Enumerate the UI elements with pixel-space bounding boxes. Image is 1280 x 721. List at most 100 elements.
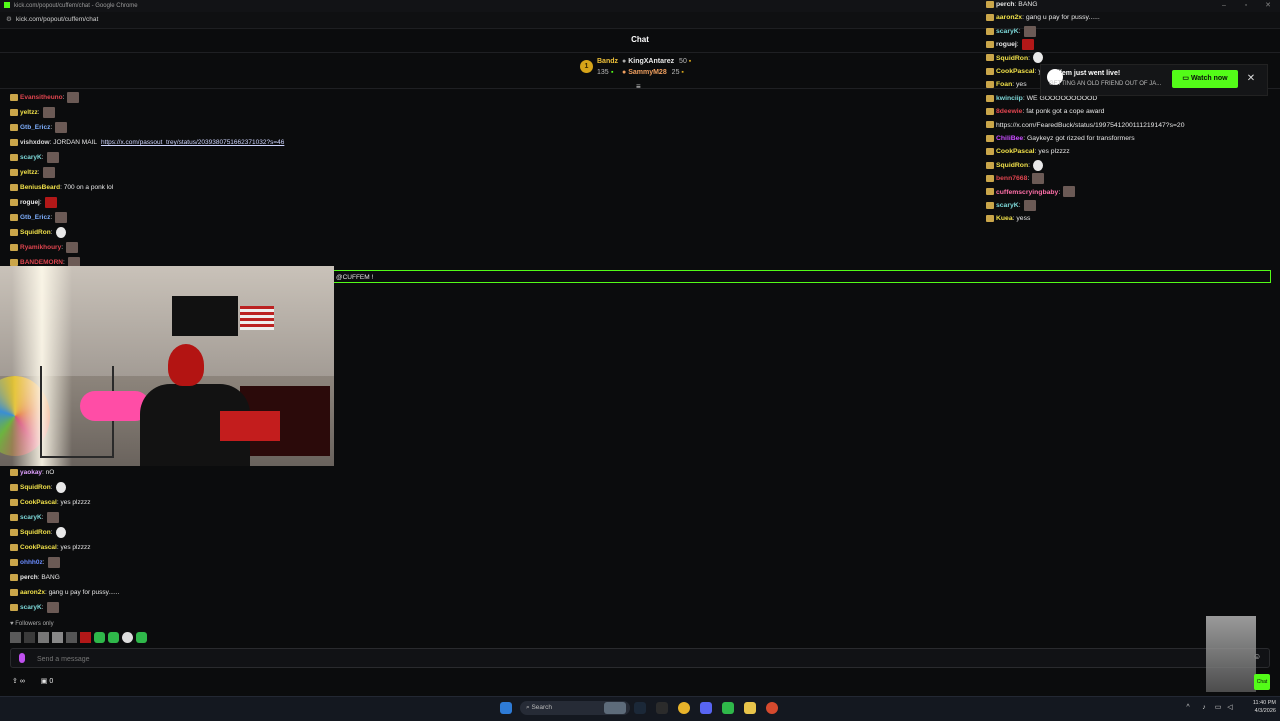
tray-overflow-icon[interactable]: ^: [1184, 704, 1192, 712]
microphone-icon[interactable]: [19, 653, 25, 663]
emote-button[interactable]: [66, 632, 77, 643]
emote-button[interactable]: [94, 632, 105, 643]
subscriber-badge-icon: [10, 468, 18, 476]
infinity-icon[interactable]: ∞: [20, 678, 25, 685]
chat-username[interactable]: yaokay: [20, 469, 42, 476]
chat-username[interactable]: Kuea: [996, 215, 1013, 222]
chat-message-text: :: [1018, 27, 1021, 35]
chat-username[interactable]: CookPascal: [20, 544, 57, 551]
emote-button[interactable]: [10, 632, 21, 643]
chat-username[interactable]: BeniusBeard: [20, 184, 60, 191]
subscriber-badge-icon: [10, 169, 18, 176]
emote-button[interactable]: [52, 632, 63, 643]
start-menu-icon[interactable]: [500, 702, 512, 714]
emote-button[interactable]: [136, 632, 147, 643]
chat-username[interactable]: CookPascal: [996, 148, 1035, 155]
maximize-icon[interactable]: ▫: [1236, 0, 1256, 12]
chat-username[interactable]: ChiliBee: [996, 135, 1023, 142]
app-icon[interactable]: [722, 702, 734, 714]
emote-button[interactable]: [108, 632, 119, 643]
chrome-icon[interactable]: [678, 702, 690, 714]
file-explorer-icon[interactable]: [744, 702, 756, 714]
close-window-icon[interactable]: ✕: [1258, 0, 1278, 12]
chat-username[interactable]: Gtb_Ericz: [20, 214, 50, 221]
watch-now-label: Watch now: [1190, 75, 1228, 82]
chat-username[interactable]: scaryK: [20, 604, 42, 611]
stream-video-preview[interactable]: [0, 266, 334, 466]
chat-username[interactable]: scaryK: [996, 28, 1019, 35]
site-settings-icon[interactable]: ⚙: [6, 12, 12, 28]
chat-message-text: JORDAN MAIL: [53, 139, 97, 146]
chat-username[interactable]: roguej: [20, 199, 40, 206]
chat-input-box[interactable]: ☺: [10, 648, 1270, 669]
chat-message-text: yess: [1016, 215, 1031, 223]
chat-username[interactable]: yeltzz: [20, 109, 38, 116]
leaderboard-top-name[interactable]: Bandz: [597, 58, 618, 65]
expand-leaderboard-icon[interactable]: ≡: [636, 82, 641, 91]
emote-button[interactable]: [38, 632, 49, 643]
chat-username[interactable]: SquidRon: [20, 484, 51, 491]
minimize-icon[interactable]: –: [1214, 0, 1234, 12]
chat-username[interactable]: Foan: [996, 81, 1012, 88]
chrome-active-icon[interactable]: [766, 702, 778, 714]
subscriber-badge-icon: [986, 201, 994, 209]
chat-username[interactable]: roguej: [996, 41, 1017, 48]
volume-icon[interactable]: ◁: [1226, 704, 1234, 712]
flag-decoration: [240, 306, 274, 330]
discord-icon[interactable]: [700, 702, 712, 714]
chat-username[interactable]: CookPascal: [20, 499, 57, 506]
subscriber-badge-icon: [986, 148, 994, 156]
chat-username[interactable]: cuffemscryingbaby: [996, 189, 1058, 196]
chat-username[interactable]: benn7668: [996, 175, 1027, 182]
chat-username[interactable]: Ryamikhoury: [20, 244, 61, 251]
chat-username[interactable]: scaryK: [20, 154, 42, 161]
share-icon[interactable]: ⇪: [12, 678, 18, 685]
widget-icon[interactable]: [604, 702, 626, 714]
chat-username[interactable]: perch: [996, 1, 1015, 8]
leaderboard-entry-2[interactable]: ● SammyM28 25 ▪: [622, 69, 684, 76]
leaderboard-entry-count: 50: [679, 58, 687, 65]
chat-username[interactable]: perch: [20, 574, 38, 581]
task-view-icon[interactable]: [656, 702, 668, 714]
leaderboard-entry-1[interactable]: ● KingXAntarez 50 ▪: [622, 58, 691, 65]
chat-username[interactable]: SquidRon: [20, 529, 51, 536]
leaderboard-entry-count: 25: [671, 69, 680, 76]
emote-button[interactable]: [24, 632, 35, 643]
watch-now-button[interactable]: ▭ Watch now: [1172, 70, 1238, 88]
network-icon[interactable]: ▭: [1214, 704, 1222, 712]
chat-username[interactable]: scaryK: [20, 514, 42, 521]
chat-message: roguej:: [10, 197, 57, 209]
chat-username[interactable]: scaryK: [996, 202, 1019, 209]
chat-username[interactable]: SquidRon: [996, 55, 1028, 62]
chat-username[interactable]: SquidRon: [996, 162, 1028, 169]
chat-username[interactable]: vishxdow: [20, 139, 50, 146]
url-text[interactable]: kick.com/popout/cuffem/chat: [16, 16, 98, 23]
chat-username[interactable]: Evansitheuno: [20, 94, 63, 101]
steam-icon[interactable]: [634, 702, 646, 714]
chat-message-text: :: [50, 214, 53, 222]
gift-box-icon[interactable]: ▣: [41, 678, 48, 685]
chat-message-text: :: [1028, 161, 1030, 169]
chat-link[interactable]: https://x.com/passout_trey/status/203938…: [101, 139, 284, 146]
tv-icon: ▭: [1182, 75, 1189, 82]
chat-message: aaron2x: gang u pay for pussy......: [986, 11, 1100, 24]
chat-username[interactable]: CookPascal: [996, 68, 1035, 75]
microphone-tray-icon[interactable]: ♪: [1200, 704, 1208, 712]
taskbar-clock[interactable]: 11:40 PM 4/3/2026: [1240, 699, 1276, 715]
gift-icon: ▪: [688, 58, 692, 65]
send-chat-button[interactable]: Chat: [1254, 674, 1270, 690]
gift-icon: ▪: [681, 69, 684, 76]
chat-username[interactable]: yeltzz: [20, 169, 38, 176]
chat-message-input[interactable]: [35, 649, 1189, 669]
chat-username[interactable]: ohhh0z: [20, 559, 43, 566]
close-notification-icon[interactable]: ✕: [1244, 70, 1258, 88]
chat-username[interactable]: Gtb_Ericz: [20, 124, 50, 131]
chat-username[interactable]: aaron2x: [20, 589, 45, 596]
chat-username[interactable]: aaron2x: [996, 14, 1022, 21]
chat-username[interactable]: 8deewie: [996, 108, 1022, 115]
chat-username[interactable]: SquidRon: [20, 229, 51, 236]
emote-button[interactable]: [80, 632, 91, 643]
chat-username[interactable]: kwinciip: [996, 95, 1023, 102]
emote-icon: [67, 92, 80, 103]
emote-button[interactable]: [122, 632, 133, 643]
